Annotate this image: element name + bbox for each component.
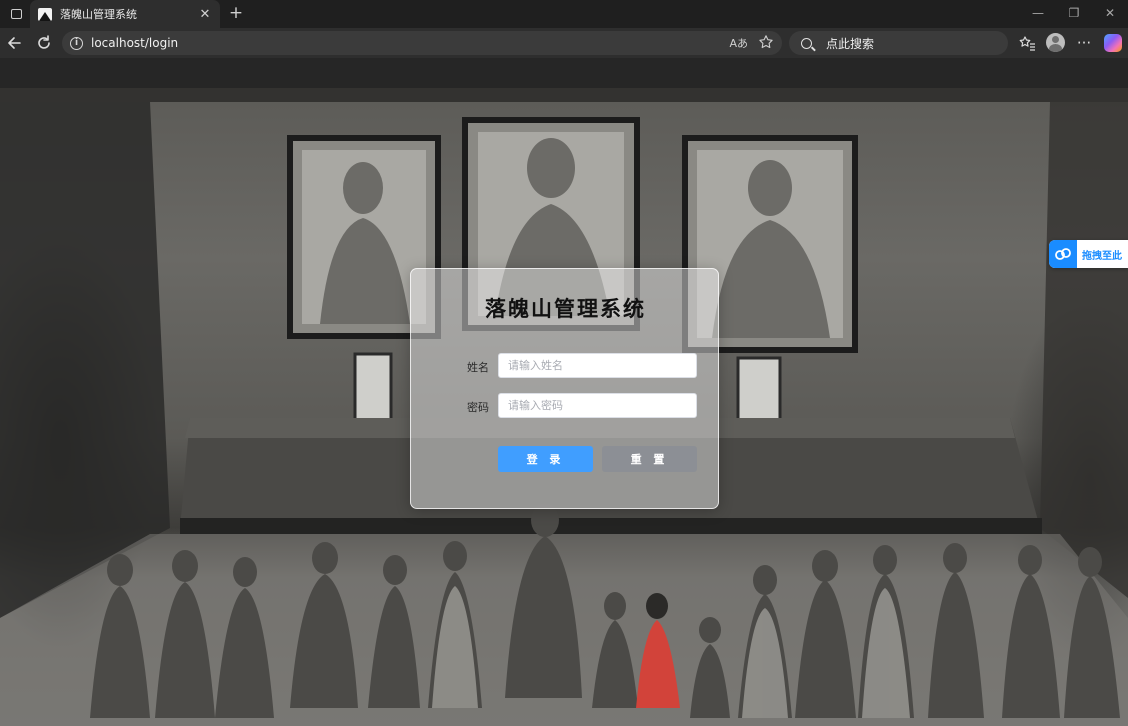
refresh-icon[interactable] xyxy=(33,32,55,54)
address-bar[interactable]: i localhost/login Aあ xyxy=(62,31,782,55)
new-tab-icon[interactable]: + xyxy=(226,3,246,23)
favorites-icon[interactable] xyxy=(1016,32,1038,54)
address-url[interactable]: localhost/login xyxy=(91,36,719,50)
browser-toolbar: i localhost/login Aあ 点此搜索 ··· xyxy=(0,28,1128,58)
reset-button[interactable]: 重 置 xyxy=(602,446,697,472)
login-title: 落魄山管理系统 xyxy=(485,296,646,321)
window-controls: — ❐ ✕ xyxy=(1020,0,1128,28)
mountain-favicon-icon xyxy=(38,7,52,21)
read-aloud-icon[interactable]: Aあ xyxy=(729,35,748,51)
drag-drop-widget[interactable]: 拖拽至此 xyxy=(1049,240,1128,268)
login-button[interactable]: 登 录 xyxy=(498,446,593,472)
drag-widget-label: 拖拽至此 xyxy=(1082,250,1122,262)
name-label: 姓名 xyxy=(467,361,489,374)
site-info-icon[interactable]: i xyxy=(70,36,83,50)
tab-active[interactable]: 落魄山管理系统 ✕ xyxy=(30,0,220,28)
login-card: 落魄山管理系统 姓名 密码 登 录 重 置 xyxy=(410,268,719,509)
tab-close-icon[interactable]: ✕ xyxy=(198,7,212,22)
search-icon xyxy=(801,37,812,49)
password-label: 密码 xyxy=(467,401,489,414)
browser-tab-strip: 落魄山管理系统 ✕ + — ❐ ✕ xyxy=(0,0,1128,28)
password-input[interactable] xyxy=(498,393,697,418)
back-arrow-icon[interactable] xyxy=(4,32,26,54)
restore-icon[interactable]: ❐ xyxy=(1056,0,1092,28)
favorite-star-icon[interactable] xyxy=(758,34,774,53)
window-close-icon[interactable]: ✕ xyxy=(1092,0,1128,28)
profile-avatar[interactable] xyxy=(1046,33,1065,52)
cloud-link-icon xyxy=(1049,240,1077,268)
page-viewport: 拖拽至此 落魄山管理系统 姓名 密码 登 录 重 置 xyxy=(0,58,1128,726)
more-icon[interactable]: ··· xyxy=(1073,32,1095,54)
copilot-icon[interactable] xyxy=(1104,34,1122,52)
tab-actions-icon[interactable] xyxy=(6,5,26,23)
tab-title: 落魄山管理系统 xyxy=(60,8,137,21)
name-input[interactable] xyxy=(498,353,697,378)
search-placeholder: 点此搜索 xyxy=(826,36,875,51)
search-box[interactable]: 点此搜索 xyxy=(789,31,1008,55)
minimize-icon[interactable]: — xyxy=(1020,0,1056,28)
